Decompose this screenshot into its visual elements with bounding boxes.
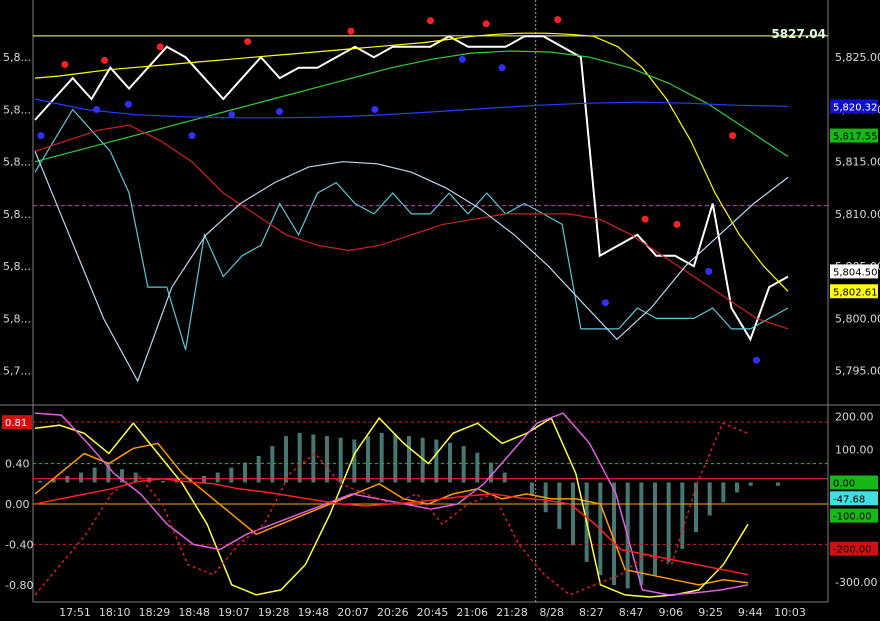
price-tag-text: 5,804.50 [833, 267, 878, 278]
swing-point-marker [156, 43, 164, 51]
swing-point-marker [101, 56, 109, 64]
swing-point-marker [347, 27, 355, 35]
left-y-tick-label: 5,8... [3, 156, 31, 169]
swing-point-marker [641, 215, 649, 223]
x-tick-label: 8/28 [539, 606, 564, 619]
swing-point-marker [729, 132, 737, 140]
swing-point-marker [371, 105, 379, 113]
indicator-left-tick-label: 0.40 [5, 458, 30, 471]
left-y-tick-label: 5,8... [3, 103, 31, 116]
x-tick-label: 20:26 [377, 606, 409, 619]
left-y-tick-label: 5,7... [3, 365, 31, 378]
x-tick-label: 18:10 [99, 606, 131, 619]
swing-point-marker [554, 16, 562, 24]
x-tick-label: 17:51 [59, 606, 91, 619]
swing-point-marker [244, 38, 252, 46]
swing-point-marker [124, 100, 132, 108]
indicator-tag-text: 0.81 [5, 418, 27, 429]
x-tick-label: 9:06 [658, 606, 683, 619]
swing-point-marker [705, 267, 713, 275]
x-tick-label: 19:07 [218, 606, 250, 619]
swing-point-marker [458, 55, 466, 63]
indicator-right-tick-label: -300.00 [835, 576, 877, 589]
left-y-tick-label: 5,8... [3, 51, 31, 64]
x-tick-label: 19:48 [297, 606, 329, 619]
indicator-right-tick-label: 200.00 [835, 410, 874, 423]
left-y-tick-label: 5,8... [3, 260, 31, 273]
swing-point-marker [93, 105, 101, 113]
indicator-tag-text: 0.00 [833, 478, 855, 489]
swing-point-marker [275, 108, 283, 116]
indicator-tag-text: -47.68 [833, 494, 865, 505]
x-tick-label: 18:29 [139, 606, 171, 619]
price-tag-text: 5,802.61 [833, 287, 878, 298]
swing-point-marker [188, 132, 196, 140]
swing-point-marker [482, 20, 490, 28]
x-tick-label: 8:47 [619, 606, 644, 619]
x-tick-label: 20:45 [417, 606, 449, 619]
right-y-tick-label: 5,825.00 [835, 51, 880, 64]
left-y-tick-label: 5,8... [3, 208, 31, 221]
x-tick-label: 20:07 [337, 606, 369, 619]
indicator-left-tick-label: 0.00 [5, 498, 30, 511]
left-y-tick-label: 5,8... [3, 312, 31, 325]
price-tag-text: 5,817.55 [833, 132, 878, 143]
swing-point-marker [427, 17, 434, 25]
x-tick-label: 9:25 [698, 606, 723, 619]
right-y-tick-label: 5,795.00 [835, 365, 880, 378]
x-tick-label: 21:06 [456, 606, 488, 619]
swing-point-marker [61, 61, 69, 69]
swing-point-marker [228, 111, 236, 119]
x-tick-label: 10:03 [774, 606, 806, 619]
indicator-left-tick-label: -0.40 [5, 538, 33, 551]
swing-point-marker [752, 356, 760, 364]
swing-point-marker [601, 299, 609, 307]
right-y-tick-label: 5,815.00 [835, 156, 880, 169]
indicator-tag-text: -200.00 [833, 545, 872, 556]
x-tick-label: 9:44 [738, 606, 763, 619]
right-y-tick-label: 5,800.00 [835, 312, 880, 325]
x-tick-label: 19:28 [258, 606, 290, 619]
x-tick-label: 8:27 [579, 606, 604, 619]
price-tag-text: 5,820.32 [833, 102, 878, 113]
x-tick-label: 21:28 [496, 606, 528, 619]
last-price-label: 5827.04 [771, 27, 826, 41]
indicator-tag-text: -100.00 [833, 512, 872, 523]
right-y-tick-label: 5,810.00 [835, 208, 880, 221]
swing-point-marker [498, 64, 506, 72]
chart-window: 5827.04 17:51 18:10 18:29 18:48 19:07 19:28 19… [0, 0, 880, 621]
swing-point-marker [673, 220, 681, 228]
indicator-right-tick-label: 100.00 [835, 443, 874, 456]
chart-canvas: 5827.04 17:51 18:10 18:29 18:48 19:07 19:28 19… [0, 0, 880, 621]
x-tick-label: 18:48 [178, 606, 210, 619]
swing-point-marker [37, 132, 45, 140]
indicator-left-tick-label: -0.80 [5, 579, 33, 592]
